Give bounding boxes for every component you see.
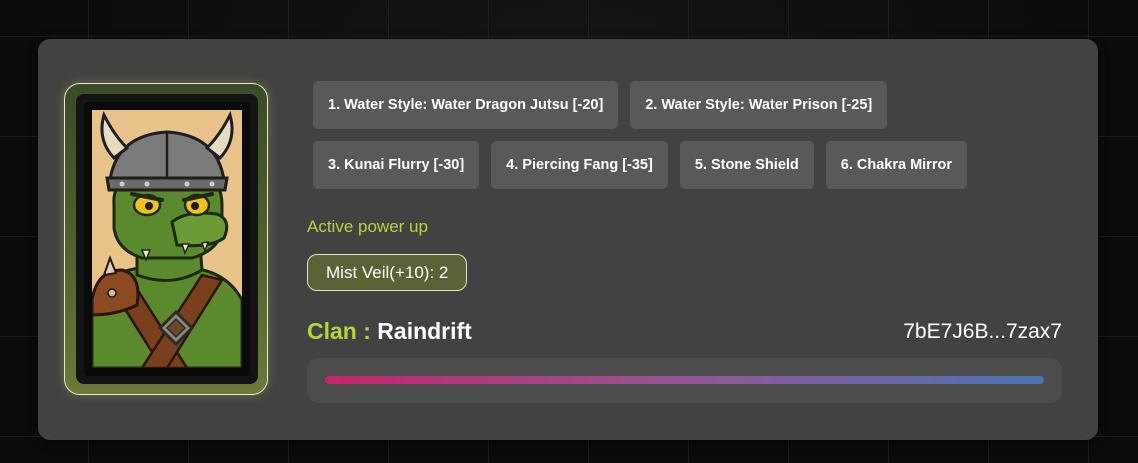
health-bar-track [325,376,1044,384]
wallet-address: 7bE7J6B...7zax7 [903,320,1062,343]
moves-row-2: 3. Kunai Flurry [-30] 4. Piercing Fang [… [313,141,1073,189]
character-card [76,94,258,384]
moves-row-1: 1. Water Style: Water Dragon Jutsu [-20]… [313,81,1073,129]
move-button-4[interactable]: 4. Piercing Fang [-35] [491,141,668,189]
character-portrait-frame [64,83,268,395]
clan-separator: : [356,318,378,344]
move-button-3[interactable]: 3. Kunai Flurry [-30] [313,141,480,189]
health-bar-fill [325,376,1044,384]
move-button-6[interactable]: 6. Chakra Mirror [825,141,967,189]
clan-info: Clan : Raindrift [307,318,472,345]
powerup-badge: Mist Veil(+10): 2 [307,254,468,291]
health-bar [307,358,1062,403]
character-panel: 1. Water Style: Water Dragon Jutsu [-20]… [38,39,1098,440]
clan-label: Clan [307,318,357,344]
move-button-1[interactable]: 1. Water Style: Water Dragon Jutsu [-20] [313,81,619,129]
move-button-2[interactable]: 2. Water Style: Water Prison [-25] [630,81,888,129]
viking-crocodile-warrior-icon [92,110,242,368]
move-button-5[interactable]: 5. Stone Shield [679,141,814,189]
moves-list: 1. Water Style: Water Dragon Jutsu [-20]… [313,81,1073,201]
active-powerup-heading: Active power up [307,217,428,236]
clan-name: Raindrift [377,318,472,344]
